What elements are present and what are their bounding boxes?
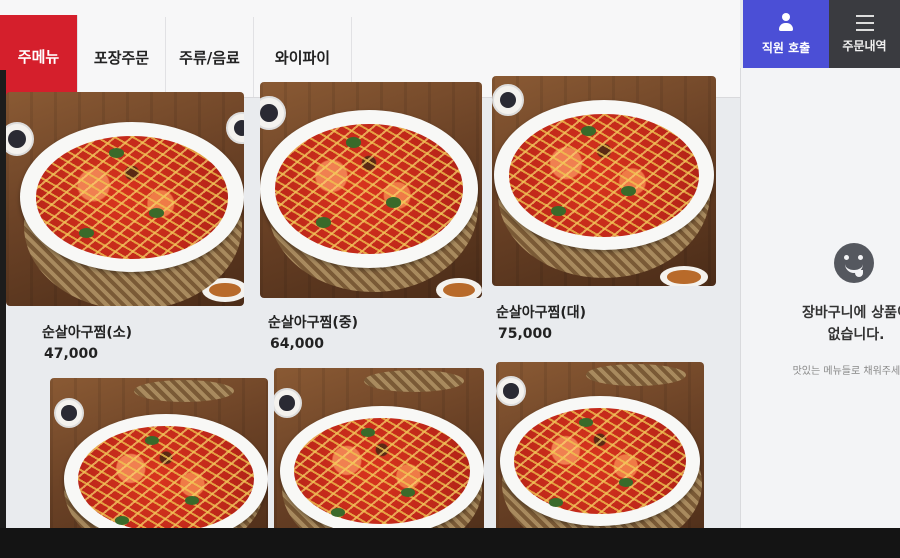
cart-empty-subtitle: 맛있는 메뉴들로 채워주세요 [792,366,900,377]
menu-item-price: 64,000 [270,336,325,352]
person-icon [777,12,795,33]
screen-bezel-bottom [0,528,900,558]
tongue-face-icon [834,243,874,283]
menu-item-photo [6,92,244,306]
cart-empty-title: 장바구니에 상품이 없습니다. [802,305,900,343]
tab-label: 주류/음료 [179,48,240,67]
menu-item-card[interactable]: 순살아구찜(중) 64,000 [256,70,488,360]
order-history-label: 주문내역 [842,38,887,53]
tab-label: 포장주문 [93,48,150,67]
tab-label: 와이파이 [274,48,331,67]
menu-item-price: 75,000 [498,326,553,342]
cart-panel: 장바구니에 상품이 없습니다. 맛있는 메뉴들로 채워주세요 [740,68,900,528]
menu-grid: 순살아구찜(소) 47,000 순살아구찜(중) 64,000 순살아구찜(대)… [0,70,730,558]
call-staff-label: 직원 호출 [761,40,811,55]
tab-label: 주메뉴 [17,47,60,66]
order-history-button[interactable]: 주문내역 [829,0,900,68]
list-icon [855,14,874,31]
menu-item-photo [260,82,482,298]
menu-item-photo [492,76,716,286]
menu-item-card[interactable]: 순살아구찜(대) 75,000 [490,70,720,350]
menu-item-name: 순살아구찜(소) [42,325,133,341]
call-staff-button[interactable]: 직원 호출 [743,0,829,68]
kiosk-screen: 주메뉴 포장주문 주류/음료 와이파이 직원 호출 주문내역 장바구니에 상품이… [0,0,900,558]
menu-item-price: 47,000 [44,346,99,362]
menu-item-card[interactable]: 순살아구찜(소) 47,000 [0,70,250,370]
menu-item-name: 순살아구찜(대) [496,305,587,321]
screen-bezel-left [0,70,6,558]
menu-item-name: 순살아구찜(중) [268,315,359,331]
